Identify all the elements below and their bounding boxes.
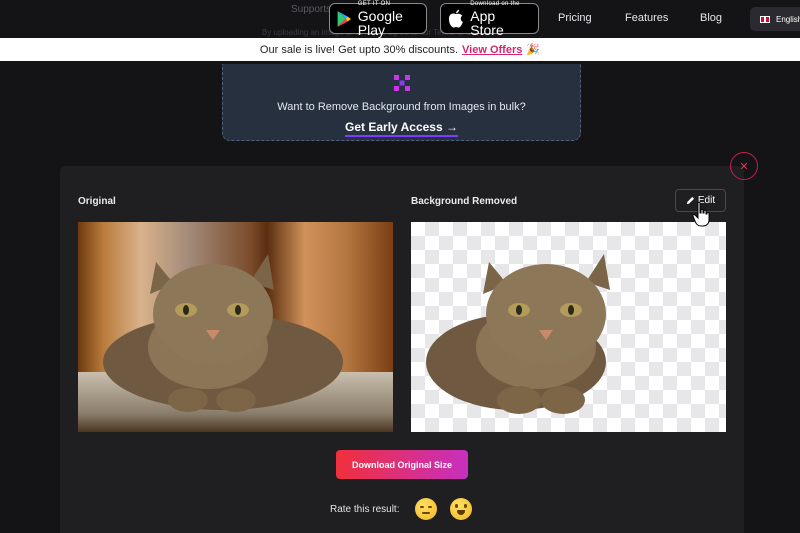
google-play-button[interactable]: GET IT ON Google Play	[329, 0, 427, 38]
apple-icon	[448, 9, 463, 28]
happy-eye	[464, 504, 467, 508]
sad-mouth	[422, 512, 430, 514]
bulk-text: Want to Remove Background from Images in…	[277, 101, 526, 113]
original-label: Original	[78, 196, 116, 207]
nav-blog[interactable]: Blog	[700, 12, 722, 24]
party-icon: 🎉	[526, 44, 541, 56]
app-store-small-text: Download on the	[470, 0, 520, 7]
sale-banner: Our sale is live! Get upto 30% discounts…	[0, 38, 800, 61]
original-cat-image	[103, 254, 343, 412]
view-offers-link[interactable]: View Offers	[462, 44, 522, 56]
background-removed-image	[411, 222, 726, 432]
language-label: English	[776, 14, 800, 24]
top-navigation: Supports By uploading an image or URL yo…	[0, 0, 800, 38]
rate-label: Rate this result:	[330, 504, 400, 515]
bulk-icon	[393, 75, 410, 91]
google-play-icon	[337, 10, 351, 27]
happy-eye	[455, 504, 458, 508]
sad-eye	[420, 506, 424, 508]
happy-mouth	[457, 510, 465, 515]
supports-text: Supports	[291, 4, 332, 15]
google-play-big-text: Google Play	[357, 7, 403, 38]
sad-face-icon[interactable]	[415, 498, 437, 520]
original-image	[78, 222, 393, 432]
happy-face-icon[interactable]	[450, 498, 472, 520]
early-access-link[interactable]: Get Early Access →	[345, 120, 458, 137]
app-store-big-text: App Store	[470, 7, 504, 38]
removed-cat-image	[426, 254, 610, 414]
bulk-promo: Want to Remove Background from Images in…	[222, 64, 581, 141]
download-original-button[interactable]: Download Original Size	[336, 450, 468, 479]
google-play-small-text: GET IT ON	[357, 0, 391, 7]
sad-eye	[428, 506, 432, 508]
sale-text: Our sale is live! Get upto 30% discounts…	[259, 43, 459, 56]
language-selector[interactable]: English	[750, 7, 800, 31]
uk-flag-icon	[760, 15, 770, 23]
nav-features[interactable]: Features	[625, 12, 668, 24]
hand-cursor-icon	[692, 201, 710, 227]
nav-pricing[interactable]: Pricing	[558, 12, 592, 24]
close-icon[interactable]: ✕	[730, 152, 758, 180]
background-removed-label: Background Removed	[411, 196, 518, 207]
app-store-button[interactable]: Download on the App Store	[440, 0, 539, 38]
